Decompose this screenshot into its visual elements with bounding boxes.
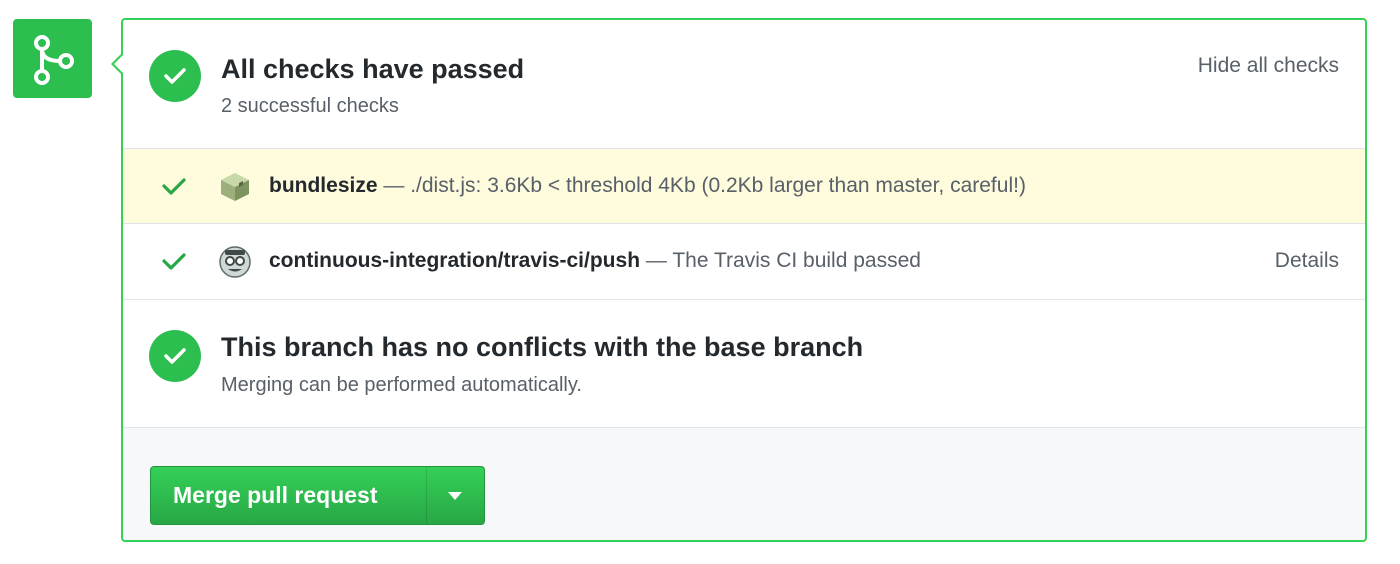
check-icon xyxy=(162,253,186,270)
check-context: continuous-integration/travis-ci/push xyxy=(269,249,641,272)
caret-down-icon xyxy=(448,491,463,500)
status-check-row: continuous-integration/travis-ci/push — … xyxy=(123,224,1365,300)
no-conflicts-success-icon xyxy=(149,330,201,382)
check-message: ./dist.js: 3.6Kb < threshold 4Kb (0.2Kb … xyxy=(410,174,1026,197)
checks-success-icon xyxy=(149,50,201,102)
mergeability-title: This branch has no conflicts with the ba… xyxy=(221,332,864,362)
check-description: continuous-integration/travis-ci/push — … xyxy=(269,249,921,272)
travis-mascot-icon xyxy=(219,246,251,278)
mergeability-subtitle: Merging can be performed automatically. xyxy=(221,374,582,396)
merge-method-dropdown[interactable] xyxy=(425,467,484,524)
checks-summary: All checks have passed 2 successful chec… xyxy=(123,20,1365,149)
checks-title: All checks have passed xyxy=(221,54,525,84)
check-context: bundlesize xyxy=(269,174,378,197)
details-link[interactable]: Details xyxy=(1275,249,1339,273)
branch-merge-badge xyxy=(13,19,92,98)
git-branch-icon xyxy=(33,34,74,85)
merge-status-panel: All checks have passed 2 successful chec… xyxy=(111,18,1367,542)
check-description: bundlesize — ./dist.js: 3.6Kb < threshol… xyxy=(269,174,1026,197)
checks-subtitle: 2 successful checks xyxy=(221,95,399,117)
check-icon xyxy=(162,178,186,195)
merge-button-label: Merge pull request xyxy=(173,482,378,508)
merge-actions: Merge pull request xyxy=(123,428,1365,540)
mergeability-status: This branch has no conflicts with the ba… xyxy=(123,300,1365,428)
check-message: The Travis CI build passed xyxy=(672,249,921,272)
status-check-row: bundlesize — ./dist.js: 3.6Kb < threshol… xyxy=(123,149,1365,224)
package-box-icon xyxy=(221,173,249,201)
merge-pull-request-button[interactable]: Merge pull request xyxy=(150,466,485,525)
hide-all-checks-link[interactable]: Hide all checks xyxy=(1198,54,1339,78)
